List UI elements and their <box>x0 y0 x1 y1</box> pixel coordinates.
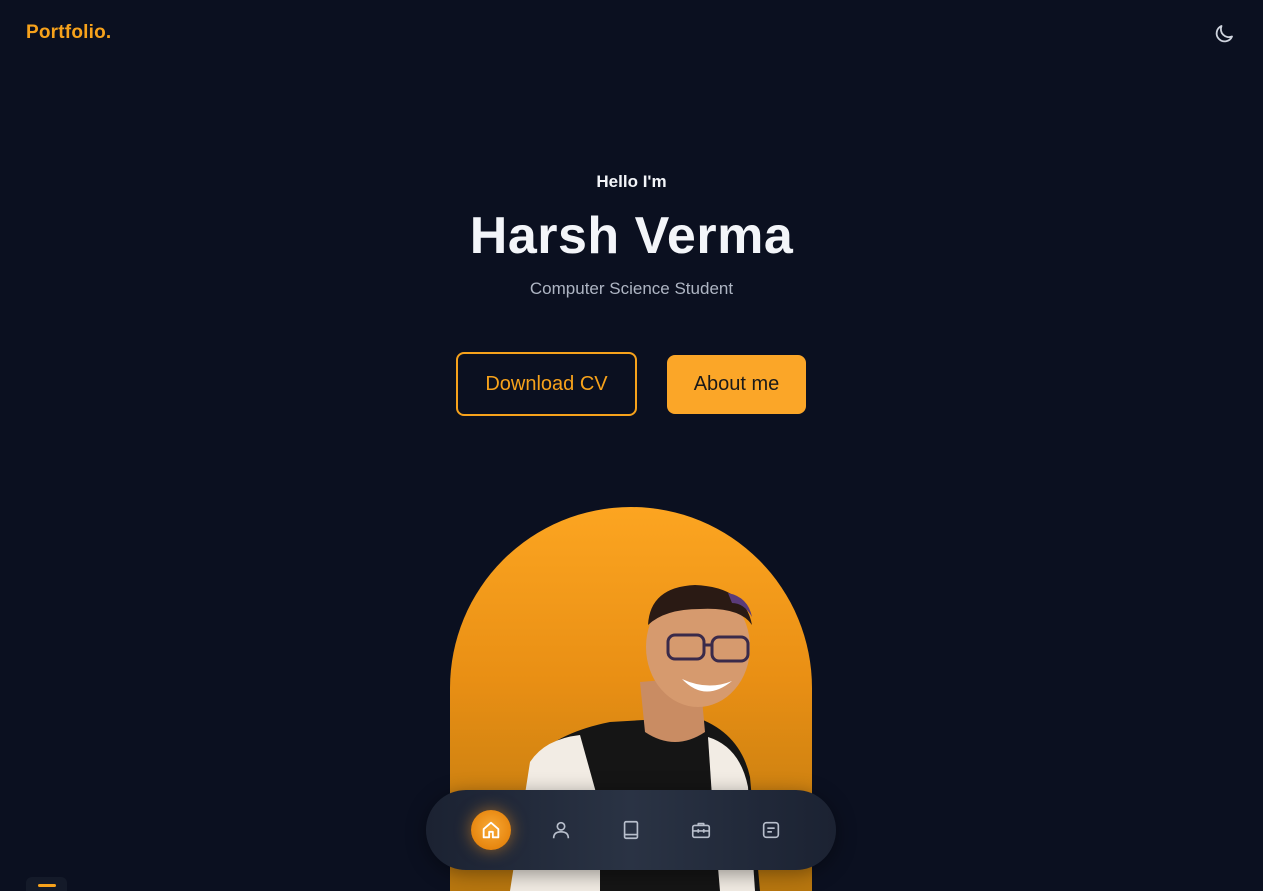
scroll-up-button[interactable] <box>26 877 67 891</box>
bottom-nav <box>426 790 836 870</box>
nav-about[interactable] <box>541 810 581 850</box>
greeting-text: Hello I'm <box>596 172 667 191</box>
home-icon <box>482 821 500 839</box>
download-cv-button[interactable]: Download CV <box>456 352 637 416</box>
message-icon <box>762 821 780 839</box>
nav-contact[interactable] <box>751 810 791 850</box>
logo[interactable]: Portfolio. <box>26 22 111 44</box>
nav-home[interactable] <box>471 810 511 850</box>
hero-role: Computer Science Student <box>529 279 734 298</box>
book-icon <box>623 820 639 840</box>
menu-bar-icon <box>37 884 56 887</box>
hero-name: Harsh Verma <box>469 207 794 265</box>
user-icon <box>552 821 570 839</box>
nav-education[interactable] <box>611 810 651 850</box>
moon-icon <box>1215 25 1233 43</box>
theme-toggle-button[interactable] <box>1210 20 1238 48</box>
about-me-button[interactable]: About me <box>667 355 806 414</box>
nav-projects[interactable] <box>681 810 721 850</box>
briefcase-icon <box>691 822 711 839</box>
